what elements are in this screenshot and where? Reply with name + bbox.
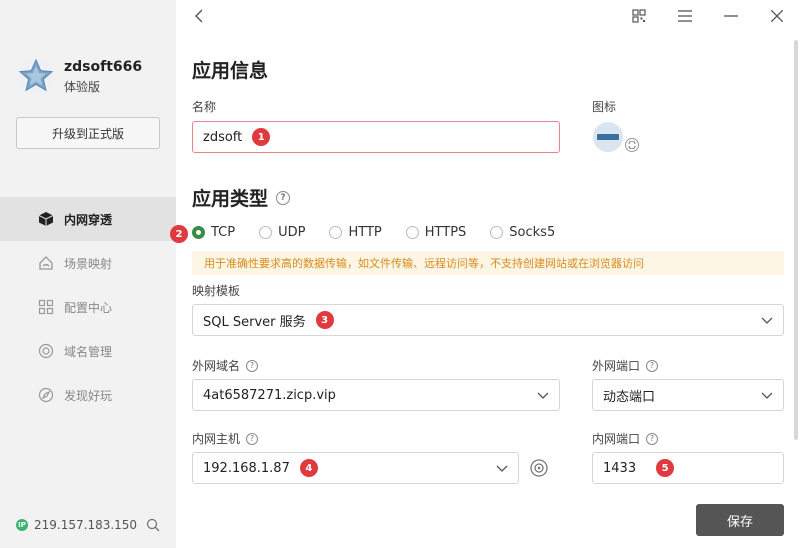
sidebar-item-label: 内网穿透 (64, 212, 113, 227)
save-button[interactable]: 保存 (696, 504, 784, 536)
radio-label: HTTP (348, 225, 382, 240)
home-icon (38, 255, 54, 271)
internal-port-label: 内网端口 ? (592, 430, 659, 447)
grid-icon (38, 299, 54, 315)
radio-dot (329, 226, 343, 239)
app-type-title-text: 应用类型 (192, 188, 269, 210)
sidebar-item-intranet[interactable]: 内网穿透 (0, 197, 176, 241)
chevron-down-icon (537, 392, 549, 399)
radio-dot (192, 226, 205, 239)
radio-label: TCP (211, 225, 236, 240)
radio-dot (259, 226, 273, 239)
radio-udp[interactable]: UDP (259, 225, 305, 240)
radio-dot (490, 226, 504, 239)
ip-address: 219.157.183.150 (34, 518, 138, 532)
compass-icon (38, 387, 54, 403)
internal-host-select[interactable]: 192.168.1.87 4 (192, 452, 519, 484)
step-badge-2: 2 (170, 225, 188, 243)
star-avatar-icon (17, 57, 55, 95)
user-info: zdsoft666 体验版 (16, 56, 142, 96)
external-domain-label-text: 外网域名 (192, 359, 241, 373)
help-icon[interactable]: ? (246, 359, 259, 372)
external-domain-label: 外网域名 ? (192, 357, 259, 374)
step-badge-1: 1 (252, 128, 271, 146)
sidebar-item-config[interactable]: 配置中心 (0, 285, 176, 329)
name-label: 名称 (192, 100, 217, 114)
help-icon[interactable]: ? (646, 359, 659, 372)
external-port-label-text: 外网端口 (592, 359, 641, 373)
icon-label: 图标 (592, 100, 617, 114)
cube-icon (38, 211, 54, 227)
radio-tcp[interactable]: TCP (192, 225, 235, 240)
step-badge-4: 4 (299, 459, 318, 477)
radio-http[interactable]: HTTP (329, 225, 382, 240)
chevron-down-icon (761, 317, 773, 324)
internal-host-label: 内网主机 ? (192, 430, 259, 447)
help-icon[interactable]: ? (246, 432, 259, 445)
sidebar-item-label: 发现好玩 (64, 388, 113, 403)
radio-dot (405, 226, 419, 239)
mapping-value: SQL Server 服务 (203, 314, 306, 330)
app-type-title: 应用类型 ? (192, 184, 291, 211)
chevron-down-icon (761, 392, 773, 399)
sidebar-item-label: 域名管理 (64, 344, 113, 359)
radio-label: Socks5 (509, 225, 556, 240)
menu-icon[interactable] (675, 6, 695, 26)
step-badge-3: 3 (315, 311, 334, 329)
sidebar-item-scene[interactable]: 场景映射 (0, 241, 176, 285)
scan-target-icon[interactable] (529, 458, 549, 478)
minimize-icon[interactable] (721, 6, 741, 26)
help-icon[interactable]: ? (276, 190, 291, 205)
upgrade-button[interactable]: 升级到正式版 (16, 117, 160, 149)
external-domain-value: 4at6587271.zicp.vip (203, 387, 336, 403)
sidebar-item-label: 配置中心 (64, 300, 113, 315)
internal-host-value: 192.168.1.87 (203, 460, 290, 476)
app-icon-preview[interactable] (592, 121, 624, 153)
mapping-select[interactable]: SQL Server 服务 3 (192, 304, 784, 336)
external-port-label: 外网端口 ? (592, 357, 659, 374)
sidebar-item-discover[interactable]: 发现好玩 (0, 373, 176, 417)
protocol-radio-group: TCP UDP HTTP HTTPS Socks5 (192, 225, 579, 240)
external-domain-select[interactable]: 4at6587271.zicp.vip (192, 379, 560, 411)
back-arrow-icon[interactable] (192, 8, 208, 24)
radio-https[interactable]: HTTPS (405, 225, 467, 240)
step-badge-5: 5 (656, 459, 675, 477)
user-name: zdsoft666 (64, 58, 143, 75)
name-value: zdsoft (203, 129, 243, 145)
sidebar-nav: 内网穿透 场景映射 配置中心 域名管理 发现好玩 (0, 197, 176, 417)
internal-host-label-text: 内网主机 (192, 432, 241, 446)
name-input[interactable]: zdsoft 1 (192, 121, 560, 153)
sidebar: zdsoft666 体验版 升级到正式版 内网穿透 场景映射 配置中心 域名管理… (0, 0, 176, 548)
swap-icon[interactable] (625, 138, 639, 152)
chevron-down-icon (496, 465, 508, 472)
external-port-value: 动态端口 (603, 389, 656, 405)
sidebar-item-domain[interactable]: 域名管理 (0, 329, 176, 373)
mapping-label: 映射模板 (192, 284, 241, 298)
qr-code-icon[interactable] (629, 6, 649, 26)
radio-label: HTTPS (424, 225, 467, 240)
internal-port-label-text: 内网端口 (592, 432, 641, 446)
protocol-notice: 用于准确性要求高的数据传输，如文件传输、远程访问等，不支持创建网站或在浏览器访问 (192, 251, 784, 275)
ip-status: IP 219.157.183.150 (16, 518, 137, 532)
globe-icon (38, 343, 54, 359)
radio-label: UDP (278, 225, 306, 240)
help-icon[interactable]: ? (646, 432, 659, 445)
internal-port-input[interactable]: 1433 5 (592, 452, 784, 484)
close-icon[interactable] (767, 6, 787, 26)
app-info-title: 应用信息 (192, 60, 269, 82)
ip-status-icon: IP (16, 519, 28, 531)
external-port-select[interactable]: 动态端口 (592, 379, 784, 411)
sidebar-item-label: 场景映射 (64, 256, 113, 271)
radio-socks5[interactable]: Socks5 (490, 225, 555, 240)
internal-port-value: 1433 (603, 460, 637, 476)
search-refresh-icon[interactable] (146, 518, 160, 532)
scrollbar[interactable] (794, 40, 798, 440)
user-plan: 体验版 (64, 79, 101, 94)
